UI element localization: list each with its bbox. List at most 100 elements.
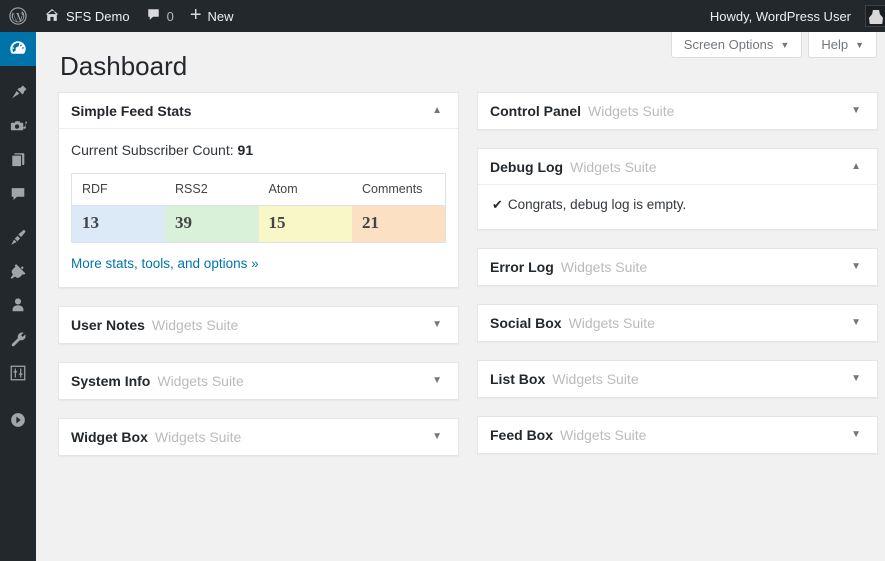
sidebar-item-media[interactable] bbox=[0, 109, 36, 143]
widget-title: System Info bbox=[71, 374, 150, 388]
howdy-label: Howdy, WordPress User bbox=[710, 9, 859, 24]
toggle-expand-icon[interactable]: ▼ bbox=[847, 426, 865, 444]
widget-header[interactable]: Feed Box Widgets Suite ▼ bbox=[478, 417, 877, 453]
checkmark-icon: ✔ bbox=[492, 197, 503, 212]
widget-title: Control Panel bbox=[490, 104, 581, 118]
widget-title: Widget Box bbox=[71, 430, 148, 444]
toggle-expand-icon[interactable]: ▼ bbox=[847, 102, 865, 120]
collapse-menu-arrow-icon bbox=[9, 411, 27, 434]
widget-subtitle: Widgets Suite bbox=[570, 160, 656, 174]
cell-comments-value: 21 bbox=[352, 205, 446, 242]
sidebar-item-users[interactable] bbox=[0, 288, 36, 322]
content-area: Screen Options ▼ Help ▼ Dashboard Simple… bbox=[36, 32, 885, 561]
widget-user-notes: User Notes Widgets Suite ▼ bbox=[58, 306, 459, 344]
widget-debug-log: Debug Log Widgets Suite ▲ ✔Congrats, deb… bbox=[477, 148, 878, 230]
cell-rss2-value: 39 bbox=[165, 205, 259, 242]
widget-title: User Notes bbox=[71, 318, 145, 332]
admin-bar: SFS Demo 0 + New Howdy, WordPress User bbox=[0, 0, 885, 32]
pages-icon bbox=[9, 151, 27, 169]
widget-header[interactable]: Social Box Widgets Suite ▼ bbox=[478, 305, 877, 341]
admin-bar-right: Howdy, WordPress User bbox=[702, 0, 885, 32]
chevron-down-icon: ▼ bbox=[855, 41, 864, 50]
sidebar-item-tools[interactable] bbox=[0, 322, 36, 356]
widget-header[interactable]: Debug Log Widgets Suite ▲ bbox=[478, 149, 877, 185]
collapse-menu-button[interactable] bbox=[0, 405, 36, 439]
wrench-icon bbox=[9, 330, 28, 349]
sidebar-item-comments[interactable] bbox=[0, 177, 36, 211]
widget-subtitle: Widgets Suite bbox=[552, 372, 638, 386]
toggle-expand-icon[interactable]: ▼ bbox=[847, 258, 865, 276]
dashboard-columns: Simple Feed Stats ▲ Current Subscriber C… bbox=[58, 92, 878, 474]
comments-menu[interactable]: 0 bbox=[138, 0, 182, 32]
more-stats-link[interactable]: More stats, tools, and options » bbox=[71, 256, 259, 271]
sidebar-item-plugins[interactable] bbox=[0, 254, 36, 288]
sidebar-item-pages[interactable] bbox=[0, 143, 36, 177]
toggle-collapse-icon[interactable]: ▲ bbox=[847, 158, 865, 176]
subscriber-count-label: Current Subscriber Count: bbox=[71, 142, 234, 158]
toggle-collapse-icon[interactable]: ▲ bbox=[428, 102, 446, 120]
sidebar-item-settings[interactable] bbox=[0, 356, 36, 390]
widget-header[interactable]: System Info Widgets Suite ▼ bbox=[59, 363, 458, 399]
admin-sidebar-menu bbox=[0, 32, 36, 561]
comment-bubble-icon bbox=[9, 185, 27, 203]
toggle-expand-icon[interactable]: ▼ bbox=[428, 428, 446, 446]
table-header-row: RDF RSS2 Atom Comments bbox=[72, 173, 446, 205]
wordpress-logo-button[interactable] bbox=[0, 0, 36, 32]
menu-separator bbox=[0, 66, 36, 75]
sidebar-item-appearance[interactable] bbox=[0, 220, 36, 254]
subscriber-count-line: Current Subscriber Count: 91 bbox=[71, 141, 446, 161]
media-camera-music-icon bbox=[9, 117, 28, 136]
widget-header[interactable]: Control Panel Widgets Suite ▼ bbox=[478, 93, 877, 129]
sidebar-item-posts[interactable] bbox=[0, 75, 36, 109]
feed-stats-table: RDF RSS2 Atom Comments 13 39 15 bbox=[71, 173, 446, 243]
widget-system-info: System Info Widgets Suite ▼ bbox=[58, 362, 459, 400]
widget-subtitle: Widgets Suite bbox=[152, 318, 238, 332]
widget-simple-feed-stats: Simple Feed Stats ▲ Current Subscriber C… bbox=[58, 92, 459, 288]
cell-atom-value: 15 bbox=[259, 205, 353, 242]
widget-list-box: List Box Widgets Suite ▼ bbox=[477, 360, 878, 398]
table-row: 13 39 15 21 bbox=[72, 205, 446, 242]
widget-social-box: Social Box Widgets Suite ▼ bbox=[477, 304, 878, 342]
widget-title: List Box bbox=[490, 372, 545, 386]
plug-icon bbox=[9, 262, 28, 281]
user-icon bbox=[9, 296, 27, 314]
sidebar-item-dashboard[interactable] bbox=[0, 32, 36, 66]
widget-header[interactable]: Widget Box Widgets Suite ▼ bbox=[59, 419, 458, 455]
widget-header[interactable]: Simple Feed Stats ▲ bbox=[59, 93, 458, 129]
column-header-rdf: RDF bbox=[72, 173, 166, 205]
new-label: New bbox=[208, 9, 234, 24]
site-name-menu[interactable]: SFS Demo bbox=[36, 0, 138, 32]
widget-header[interactable]: Error Log Widgets Suite ▼ bbox=[478, 249, 877, 285]
screen-options-button[interactable]: Screen Options ▼ bbox=[671, 32, 803, 58]
menu-separator bbox=[0, 211, 36, 220]
widget-title: Social Box bbox=[490, 316, 562, 330]
widget-subtitle: Widgets Suite bbox=[560, 428, 646, 442]
widget-body: Current Subscriber Count: 91 RDF RSS2 At… bbox=[59, 129, 458, 287]
widget-subtitle: Widgets Suite bbox=[155, 430, 241, 444]
widget-control-panel: Control Panel Widgets Suite ▼ bbox=[477, 92, 878, 130]
toggle-expand-icon[interactable]: ▼ bbox=[428, 372, 446, 390]
widget-subtitle: Widgets Suite bbox=[569, 316, 655, 330]
site-name-label: SFS Demo bbox=[66, 9, 130, 24]
dashboard-gauge-icon bbox=[8, 39, 28, 59]
widget-subtitle: Widgets Suite bbox=[588, 104, 674, 118]
my-account-menu[interactable]: Howdy, WordPress User bbox=[702, 0, 885, 32]
widget-header[interactable]: User Notes Widgets Suite ▼ bbox=[59, 307, 458, 343]
dashboard-column-right: Control Panel Widgets Suite ▼ Debug Log … bbox=[477, 92, 878, 474]
toggle-expand-icon[interactable]: ▼ bbox=[847, 314, 865, 332]
comments-count: 0 bbox=[167, 9, 174, 24]
paintbrush-icon bbox=[9, 228, 28, 247]
toggle-expand-icon[interactable]: ▼ bbox=[428, 316, 446, 334]
home-icon bbox=[44, 7, 60, 26]
settings-sliders-icon bbox=[9, 364, 27, 382]
widget-title: Simple Feed Stats bbox=[71, 104, 192, 118]
help-button[interactable]: Help ▼ bbox=[808, 32, 877, 58]
screen-options-label: Screen Options bbox=[684, 38, 774, 51]
widget-error-log: Error Log Widgets Suite ▼ bbox=[477, 248, 878, 286]
page-title: Dashboard bbox=[60, 50, 187, 84]
widget-header[interactable]: List Box Widgets Suite ▼ bbox=[478, 361, 877, 397]
new-content-menu[interactable]: + New bbox=[182, 0, 242, 32]
toggle-expand-icon[interactable]: ▼ bbox=[847, 370, 865, 388]
widget-title: Feed Box bbox=[490, 428, 553, 442]
widget-subtitle: Widgets Suite bbox=[561, 260, 647, 274]
